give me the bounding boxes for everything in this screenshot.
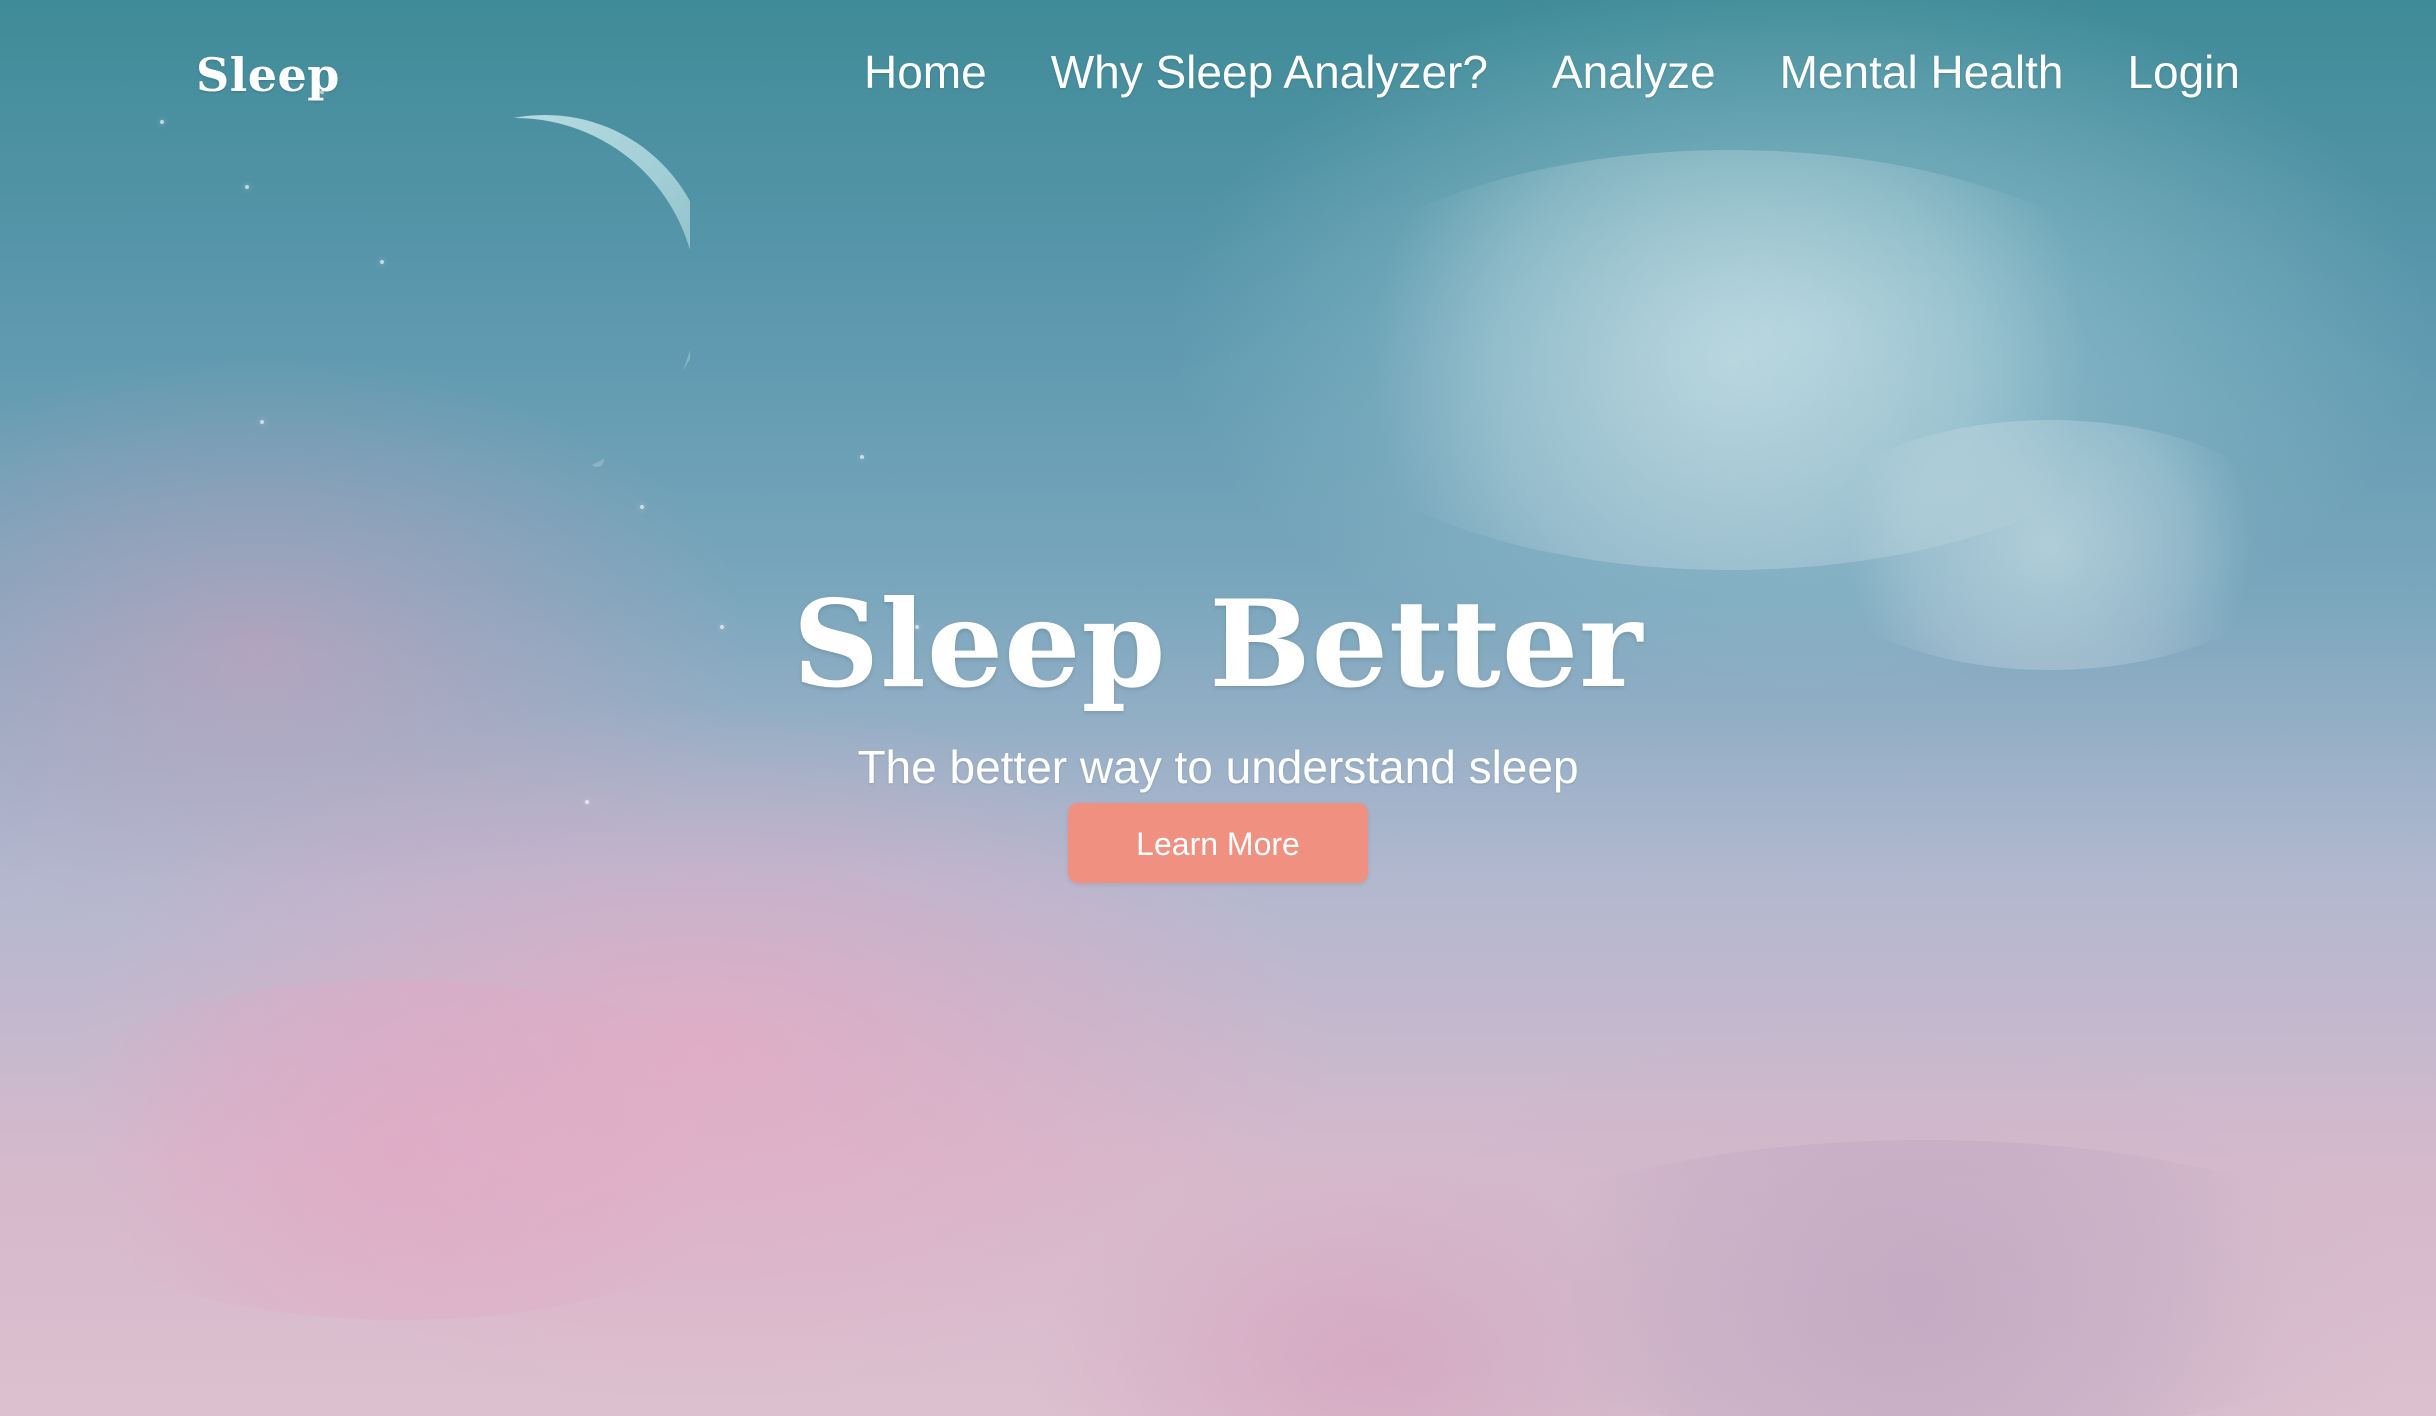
hero-title: Sleep Better	[792, 574, 1644, 716]
hero-section: Sleep Better The better way to understan…	[0, 0, 2436, 1416]
landing-page: Sleep Home Why Sleep Analyzer? Analyze M…	[0, 0, 2436, 1416]
learn-more-button[interactable]: Learn More	[1068, 803, 1368, 883]
hero-subtitle: The better way to understand sleep	[857, 741, 1579, 793]
